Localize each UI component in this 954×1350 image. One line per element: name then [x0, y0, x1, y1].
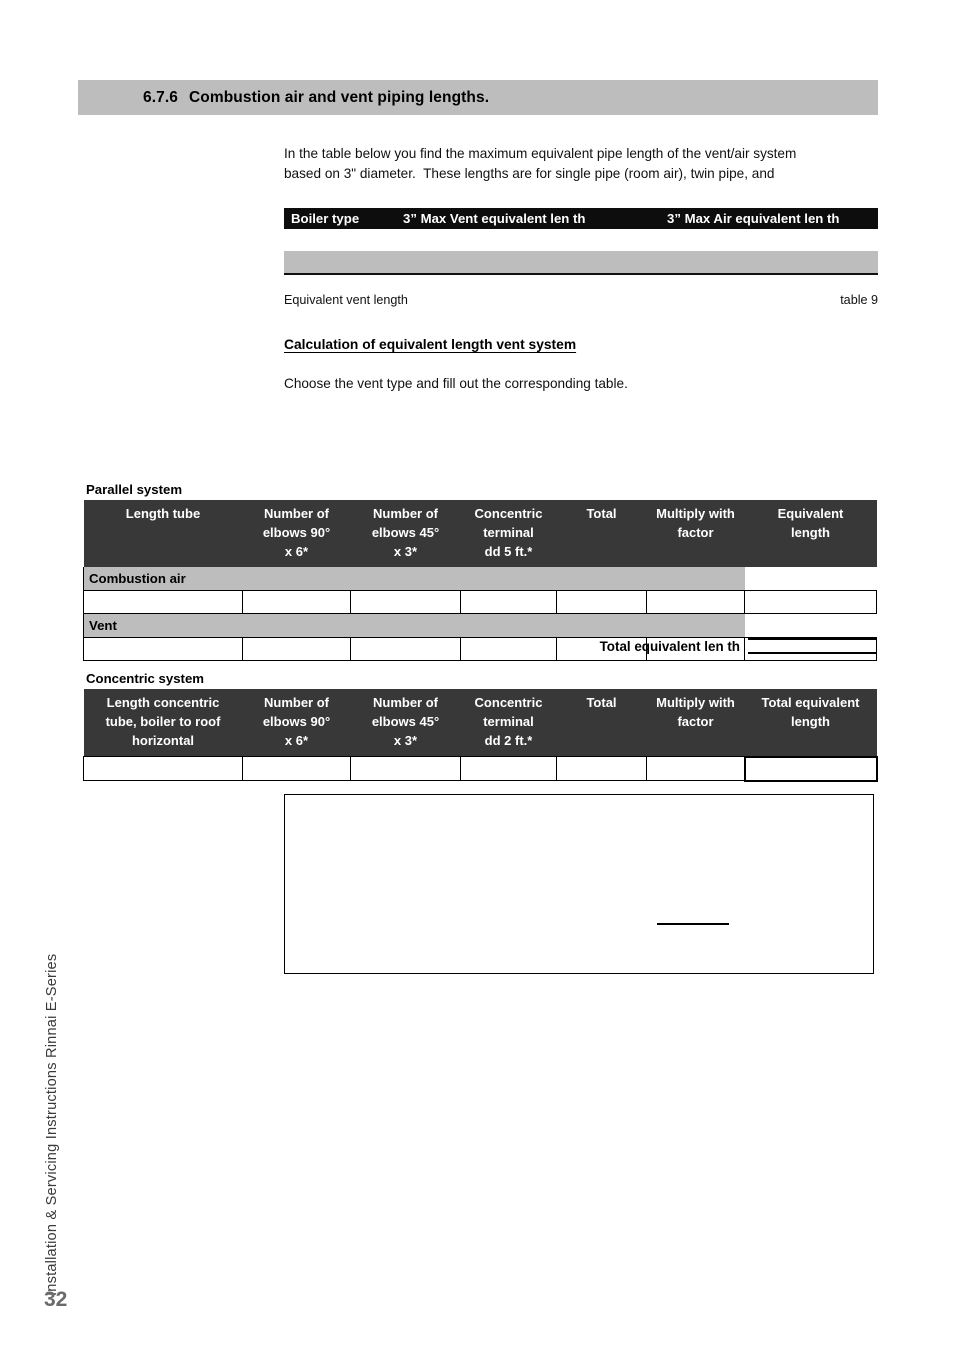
col-header-line3: x 3* [393, 733, 418, 748]
col-header-elbows-45: Number of elbows 45° x 3* [350, 689, 461, 757]
col-header-line2: terminal [483, 525, 534, 540]
col-header-line1: Concentric [474, 506, 543, 521]
parallel-table-header-row: Length tube Number of elbows 90° x 6* Nu… [83, 500, 877, 567]
col-header-line1: Multiply with [656, 506, 735, 521]
calculation-note: Choose the vent type and fill out the co… [284, 376, 628, 391]
concentric-table-header-row: Length concentric tube, boiler to roof h… [83, 689, 877, 757]
col-header-multiply-factor: Multiply with factor [646, 500, 745, 567]
input-cell-concentric-terminal[interactable] [460, 590, 557, 614]
col-header-line1: Number of [373, 506, 438, 521]
parallel-total-equivalent-length-row: Total equivalent len th [83, 638, 876, 654]
calculation-heading: Calculation of equivalent length vent sy… [284, 337, 577, 352]
input-cell-total[interactable] [556, 756, 647, 781]
input-cell-length-tube[interactable] [83, 590, 243, 614]
group-row-label: Combustion air [83, 567, 745, 591]
col-header-total-equivalent-length: Total equivalent length [744, 689, 877, 757]
sidebar-document-title: Installation & Servicing Instructions Ri… [44, 953, 60, 1296]
boiler-type-table: Boiler type 3” Max Vent equivalent len t… [284, 208, 878, 275]
col-header-line1: Multiply with [656, 695, 735, 710]
input-cell-multiply-factor[interactable] [646, 590, 745, 614]
col-header-line1: Number of [373, 695, 438, 710]
col-header-line2: length [791, 714, 830, 729]
input-cell-total[interactable] [556, 590, 647, 614]
col-header-line1: Concentric [474, 695, 543, 710]
col-header-multiply-factor: Multiply with factor [646, 689, 745, 757]
col-header-concentric-terminal: Concentric terminal dd 2 ft.* [460, 689, 557, 757]
col-header-line1: Length tube [125, 506, 201, 521]
col-header-line2: elbows 45° [371, 525, 440, 540]
col-header-total: Total [556, 500, 647, 567]
group-row-vent: Vent [83, 613, 877, 638]
total-equivalent-length-value[interactable] [748, 638, 876, 654]
col-header-boiler-type: Boiler type [291, 211, 360, 226]
input-cell-concentric-terminal[interactable] [460, 756, 557, 781]
col-header-line3: x 6* [284, 733, 309, 748]
col-header-total: Total [556, 689, 647, 757]
col-header-line1: Total [586, 506, 617, 521]
col-header-line2: factor [677, 714, 714, 729]
col-header-elbows-90: Number of elbows 90° x 6* [242, 500, 351, 567]
group-row-spacer [744, 567, 877, 591]
col-header-line2: terminal [483, 714, 534, 729]
section-heading-bar: 6.7.6 Combustion air and vent piping len… [78, 80, 878, 115]
boiler-table-gap [284, 229, 878, 251]
group-row-combustion-air: Combustion air [83, 567, 877, 591]
input-cell-elbows-45[interactable] [350, 590, 461, 614]
page-number: 32 [44, 1288, 68, 1311]
col-header-line3: x 3* [393, 544, 418, 559]
col-header-line1: Number of [264, 695, 329, 710]
col-header-equivalent-length: Equivalent length [744, 500, 877, 567]
col-header-line1: Equivalent [777, 506, 844, 521]
table-row [83, 590, 877, 614]
input-cell-elbows-90[interactable] [242, 590, 351, 614]
col-header-line2: elbows 45° [371, 714, 440, 729]
caption-label: Equivalent vent length [284, 293, 408, 307]
boiler-type-table-header: Boiler type 3” Max Vent equivalent len t… [284, 208, 878, 229]
col-header-max-air-length: 3” Max Air equivalent len th [667, 211, 840, 226]
col-header-line3: horizontal [131, 733, 195, 748]
col-header-line3: x 6* [284, 544, 309, 559]
col-header-line2: tube, boiler to roof [105, 714, 221, 729]
col-header-elbows-90: Number of elbows 90° x 6* [242, 689, 351, 757]
input-cell-multiply-factor[interactable] [646, 756, 745, 781]
col-header-line1: Total equivalent [761, 695, 860, 710]
caption-table-number: table 9 [840, 293, 878, 307]
col-header-concentric-terminal: Concentric terminal dd 5 ft.* [460, 500, 557, 567]
table-9-caption: Equivalent vent length table 9 [284, 293, 878, 307]
note-box [284, 794, 874, 974]
group-row-label: Vent [83, 613, 745, 638]
input-cell-elbows-90[interactable] [242, 756, 351, 781]
total-equivalent-length-label: Total equivalent len th [599, 639, 740, 654]
group-row-spacer [744, 613, 877, 638]
parallel-system-label: Parallel system [86, 482, 183, 497]
intro-line-2: based on 3" diameter. These lengths are … [284, 166, 775, 181]
concentric-system-label: Concentric system [86, 671, 204, 686]
note-box-rule [657, 923, 729, 925]
col-header-length-tube: Length tube [83, 500, 243, 567]
col-header-line3: dd 5 ft.* [484, 544, 533, 559]
col-header-elbows-45: Number of elbows 45° x 3* [350, 500, 461, 567]
table-row [83, 755, 878, 782]
col-header-line2: length [791, 525, 830, 540]
section-title: Combustion air and vent piping lengths. [188, 88, 490, 106]
parallel-system-table: Length tube Number of elbows 90° x 6* Nu… [83, 500, 877, 661]
input-cell-total-equivalent-length[interactable] [743, 755, 878, 782]
input-cell-elbows-45[interactable] [350, 756, 461, 781]
col-header-line2: factor [677, 525, 714, 540]
col-header-line1: Length concentric [106, 695, 220, 710]
input-cell-length-concentric-tube[interactable] [83, 756, 243, 781]
col-header-max-vent-length: 3” Max Vent equivalent len th [403, 211, 586, 226]
col-header-length-concentric-tube: Length concentric tube, boiler to roof h… [83, 689, 243, 757]
section-number: 6.7.6 [143, 88, 178, 106]
intro-line-1: In the table below you find the maximum … [284, 146, 797, 161]
intro-paragraph: In the table below you find the maximum … [284, 144, 879, 184]
col-header-line1: Number of [264, 506, 329, 521]
input-cell-equivalent-length[interactable] [744, 590, 877, 614]
col-header-line3: dd 2 ft.* [484, 733, 533, 748]
boiler-table-empty-row [284, 251, 878, 275]
col-header-line1: Total [586, 695, 617, 710]
concentric-system-table: Length concentric tube, boiler to roof h… [83, 689, 878, 782]
col-header-line2: elbows 90° [262, 714, 331, 729]
col-header-line2: elbows 90° [262, 525, 331, 540]
